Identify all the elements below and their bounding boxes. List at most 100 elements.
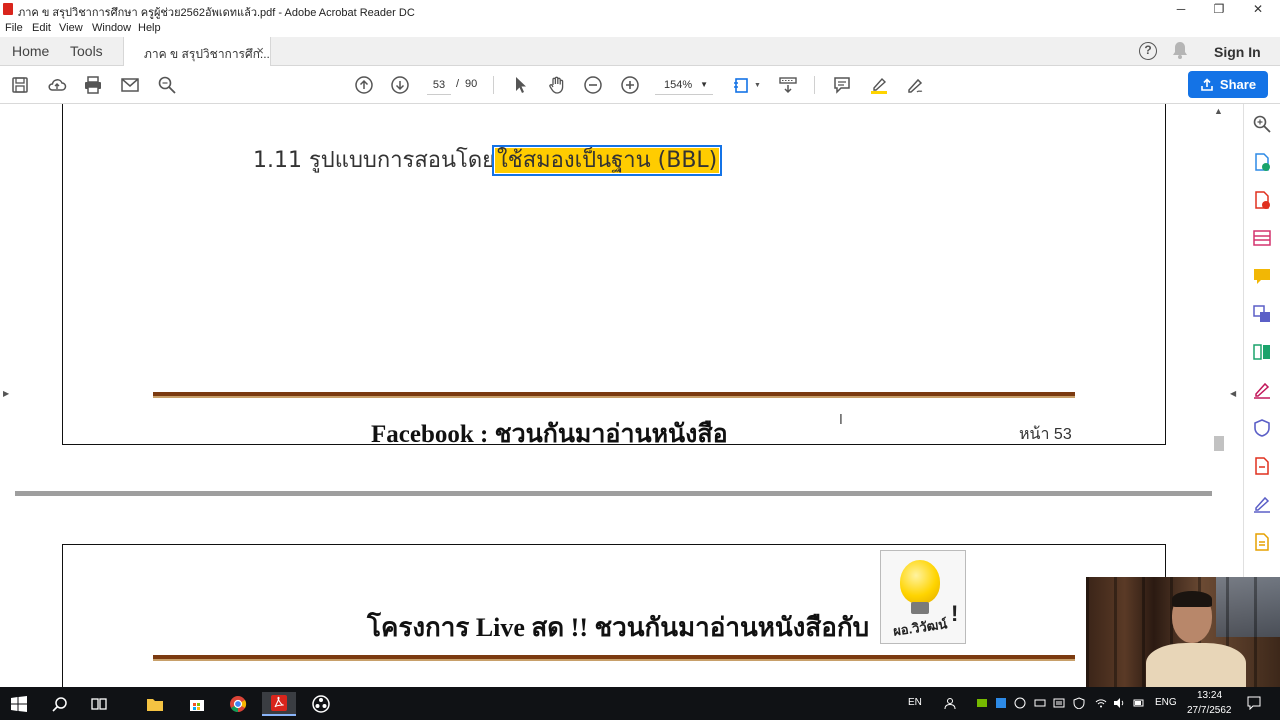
export-pdf-icon[interactable] (1252, 152, 1272, 172)
notifications-bell-icon[interactable] (1172, 41, 1188, 64)
send-for-review-icon[interactable] (1252, 532, 1272, 552)
tab-home[interactable]: Home (12, 43, 49, 59)
obs-icon[interactable] (304, 692, 338, 716)
maximize-button[interactable]: ❐ (1200, 0, 1238, 19)
heading-prefix: 1.11 รูปแบบการสอนโดย (253, 148, 496, 173)
previous-page-icon[interactable] (352, 73, 376, 97)
battery-icon[interactable] (1133, 697, 1145, 709)
people-icon[interactable] (944, 697, 956, 709)
clock-time[interactable]: 13:24 (1197, 690, 1222, 701)
zoom-level-select[interactable]: 154% ▼ (655, 75, 713, 95)
sign-pen-icon[interactable] (903, 73, 927, 97)
pdf-page-54: โครงการ Live สด !! ชวนกันมาอ่านหนังสือกั… (62, 544, 1166, 687)
footer-rule (153, 392, 1075, 398)
language-indicator-short[interactable]: EN (908, 697, 922, 708)
scroll-mode-icon[interactable] (776, 73, 800, 97)
hand-tool-icon[interactable] (545, 73, 569, 97)
search-icon[interactable] (155, 73, 179, 97)
current-page-input[interactable]: 53 (427, 75, 451, 95)
left-panel-toggle-icon[interactable]: ▶ (3, 389, 9, 398)
file-explorer-icon[interactable] (138, 692, 172, 716)
device-tray-icon[interactable] (1034, 697, 1046, 709)
zoom-level-value: 154% (664, 79, 693, 91)
acrobat-taskbar-icon[interactable] (262, 692, 296, 716)
document-tab-label: ภาค ข สรุปวิชาการศึก... (144, 47, 270, 61)
page-divider (15, 491, 1213, 496)
header-rule (153, 655, 1075, 661)
page-number-label: หน้า 53 (1019, 426, 1072, 443)
pdf-document-icon[interactable] (1252, 456, 1272, 476)
tab-bar: Home Tools ภาค ข สรุปวิชาการศึก... × ? S… (0, 37, 1280, 66)
menu-bar: File Edit View Window Help (0, 19, 1280, 37)
toolbar-divider (814, 76, 815, 94)
sign-in-link[interactable]: Sign In (1214, 44, 1261, 60)
email-icon[interactable] (118, 73, 142, 97)
close-tab-icon[interactable]: × (256, 43, 264, 58)
text-cursor-icon: Ⅰ (839, 412, 843, 427)
toolbar-divider (493, 76, 494, 94)
fit-page-icon[interactable] (730, 73, 754, 97)
task-view-icon[interactable] (82, 692, 116, 716)
title-bar: ภาค ข สรุปวิชาการศึกษา ครูผู้ช่วย2562อัพ… (0, 0, 1280, 19)
highlighted-text[interactable]: ใช้สมองเป็นฐาน (BBL) (492, 145, 723, 176)
page-separator: / (456, 78, 460, 90)
zoom-search-icon[interactable] (1252, 114, 1272, 134)
select-cursor-icon[interactable] (508, 73, 532, 97)
menu-file[interactable]: File (5, 22, 23, 34)
security-tray-icon[interactable] (1073, 697, 1085, 709)
language-indicator[interactable]: ENG (1155, 697, 1177, 708)
comment-icon[interactable] (830, 73, 854, 97)
edit-pdf-icon[interactable] (1252, 228, 1272, 248)
windows-start-icon[interactable] (2, 692, 36, 716)
lightbulb-logo: ผอ.วิวัฒน์ ! (880, 550, 966, 644)
app-tray-icon[interactable] (995, 697, 1007, 709)
save-icon[interactable] (8, 73, 32, 97)
share-button[interactable]: Share (1188, 71, 1268, 98)
protect-shield-icon[interactable] (1252, 418, 1272, 438)
lightbulb-icon (900, 560, 940, 604)
pdf-page-53: 1.11 รูปแบบการสอนโดยใช้สมองเป็นฐาน (BBL)… (62, 104, 1166, 448)
close-window-button[interactable]: ✕ (1239, 0, 1277, 19)
menu-view[interactable]: View (59, 22, 83, 34)
scroll-up-icon[interactable]: ▲ (1214, 106, 1223, 116)
nvidia-tray-icon[interactable] (976, 697, 988, 709)
chevron-down-icon: ▼ (700, 80, 708, 89)
menu-help[interactable]: Help (138, 22, 161, 34)
highlighter-icon[interactable] (867, 73, 891, 97)
cloud-upload-icon[interactable] (45, 73, 69, 97)
menu-window[interactable]: Window (92, 22, 131, 34)
store-icon[interactable] (180, 692, 214, 716)
volume-icon[interactable] (1113, 697, 1125, 709)
taskbar-search-icon[interactable] (43, 692, 77, 716)
share-icon (1201, 77, 1213, 91)
zoom-in-icon[interactable] (618, 73, 642, 97)
combine-files-icon[interactable] (1252, 304, 1272, 324)
help-icon[interactable]: ? (1139, 42, 1157, 60)
next-page-title: โครงการ Live สด !! ชวนกันมาอ่านหนังสือกั… (367, 613, 870, 642)
menu-edit[interactable]: Edit (32, 22, 51, 34)
section-heading: 1.11 รูปแบบการสอนโดยใช้สมองเป็นฐาน (BBL) (253, 142, 723, 177)
action-center-icon[interactable] (1247, 696, 1261, 710)
fill-sign-icon[interactable] (1252, 380, 1272, 400)
create-pdf-icon[interactable] (1252, 190, 1272, 210)
next-page-icon[interactable] (388, 73, 412, 97)
clock-date[interactable]: 27/7/2562 (1187, 705, 1232, 716)
print-icon[interactable] (81, 73, 105, 97)
minimize-button[interactable]: ─ (1162, 0, 1200, 19)
comment-tool-icon[interactable] (1252, 266, 1272, 286)
wifi-icon[interactable] (1095, 697, 1107, 709)
total-pages: 90 (465, 78, 478, 90)
zoom-out-icon[interactable] (581, 73, 605, 97)
document-viewer[interactable]: ▶ 1.11 รูปแบบการสอนโดยใช้สมองเป็นฐาน (BB… (0, 104, 1243, 687)
keyboard-tray-icon[interactable] (1053, 697, 1065, 709)
tab-document[interactable]: ภาค ข สรุปวิชาการศึก... × (123, 37, 271, 66)
scrollbar-thumb[interactable] (1214, 436, 1224, 451)
obs-tray-icon[interactable] (1014, 697, 1026, 709)
tab-tools[interactable]: Tools (70, 43, 103, 59)
organize-pages-icon[interactable] (1252, 342, 1272, 362)
right-panel-toggle-icon[interactable]: ◀ (1230, 389, 1236, 398)
signature-icon[interactable] (1252, 494, 1272, 514)
chrome-icon[interactable] (221, 692, 255, 716)
logo-exclamation: ! (951, 601, 959, 626)
fit-page-dropdown-icon[interactable]: ▼ (754, 82, 761, 89)
